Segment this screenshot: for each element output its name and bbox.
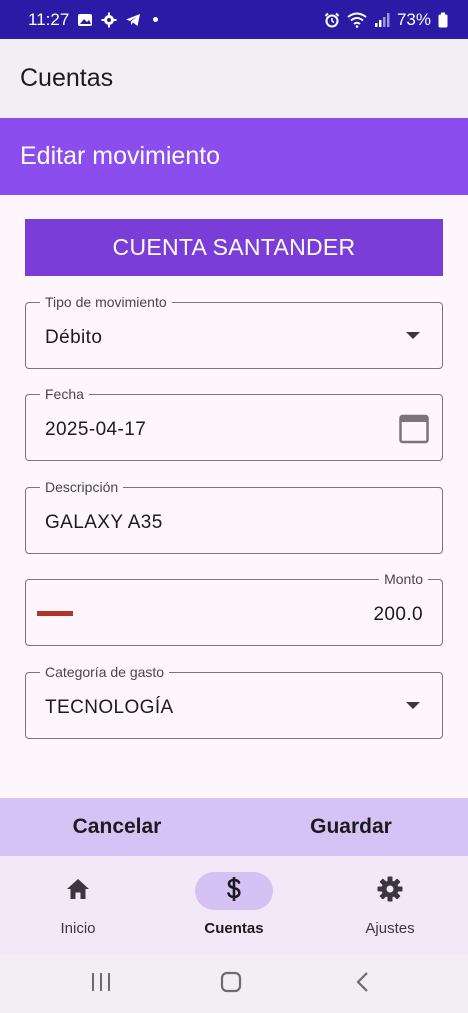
signal-icon <box>374 12 390 28</box>
dollar-icon <box>226 876 242 907</box>
app-bar: Cuentas <box>0 39 468 118</box>
movement-type-label: Tipo de movimiento <box>40 293 172 311</box>
status-right: 73% <box>324 10 448 30</box>
system-navigation-bar <box>0 954 468 1013</box>
nav-item-inicio[interactable]: Inicio <box>0 856 156 954</box>
expense-category-select[interactable]: Categoría de gasto TECNOLOGÍA <box>25 663 443 739</box>
edit-form: CUENTA SANTANDER Tipo de movimiento Débi… <box>0 195 468 798</box>
back-icon[interactable] <box>352 970 374 999</box>
minus-sign-icon <box>37 611 73 616</box>
home-icon <box>66 878 90 905</box>
battery-icon <box>438 12 448 28</box>
nav-pill <box>195 872 273 910</box>
description-field[interactable]: Descripción GALAXY A35 <box>25 478 443 554</box>
nav-pill <box>39 872 117 910</box>
amount-field[interactable]: Monto 200.0 <box>25 570 443 646</box>
dot-icon <box>153 17 159 22</box>
save-button[interactable]: Guardar <box>234 798 468 856</box>
nav-label: Inicio <box>60 920 96 937</box>
description-label: Descripción <box>40 478 124 496</box>
nav-label: Cuentas <box>204 920 264 937</box>
nav-pill <box>351 872 429 910</box>
nav-label: Ajustes <box>365 920 415 937</box>
nav-item-cuentas[interactable]: Cuentas <box>156 856 312 954</box>
date-value: 2025-04-17 <box>45 419 147 440</box>
cancel-button[interactable]: Cancelar <box>0 798 234 856</box>
battery-percent: 73% <box>396 9 431 29</box>
action-bar: Cancelar Guardar <box>0 798 468 856</box>
description-value: GALAXY A35 <box>45 512 163 533</box>
alarm-icon <box>324 12 340 28</box>
dropdown-arrow-icon <box>406 702 420 709</box>
wifi-icon <box>347 12 367 28</box>
nav-item-ajustes[interactable]: Ajustes <box>312 856 468 954</box>
status-left: 11:27 <box>28 9 159 30</box>
settings-gear-icon <box>101 12 117 28</box>
account-name: CUENTA SANTANDER <box>112 234 356 260</box>
status-bar: 11:27 73% <box>0 0 468 39</box>
telegram-icon <box>125 12 141 28</box>
date-label: Fecha <box>40 385 89 403</box>
amount-value: 200.0 <box>373 604 423 625</box>
calendar-icon[interactable] <box>399 413 429 444</box>
screen-title: Editar movimiento <box>20 142 221 170</box>
app-title: Cuentas <box>20 64 114 92</box>
image-icon <box>77 12 93 28</box>
expense-category-value: TECNOLOGÍA <box>45 697 174 718</box>
bottom-navigation: Inicio Cuentas Ajustes <box>0 856 468 954</box>
date-field[interactable]: Fecha 2025-04-17 <box>25 385 443 461</box>
home-button-icon[interactable] <box>220 970 242 999</box>
gear-icon <box>377 876 403 907</box>
movement-type-value: Débito <box>45 327 103 348</box>
dropdown-arrow-icon <box>406 332 420 339</box>
recent-apps-icon[interactable] <box>90 970 112 999</box>
status-time: 11:27 <box>28 9 70 29</box>
movement-type-select[interactable]: Tipo de movimiento Débito <box>25 293 443 369</box>
amount-label: Monto <box>379 570 428 588</box>
screen-header: Editar movimiento <box>0 118 468 195</box>
account-banner: CUENTA SANTANDER <box>25 219 443 276</box>
expense-category-label: Categoría de gasto <box>40 663 170 681</box>
